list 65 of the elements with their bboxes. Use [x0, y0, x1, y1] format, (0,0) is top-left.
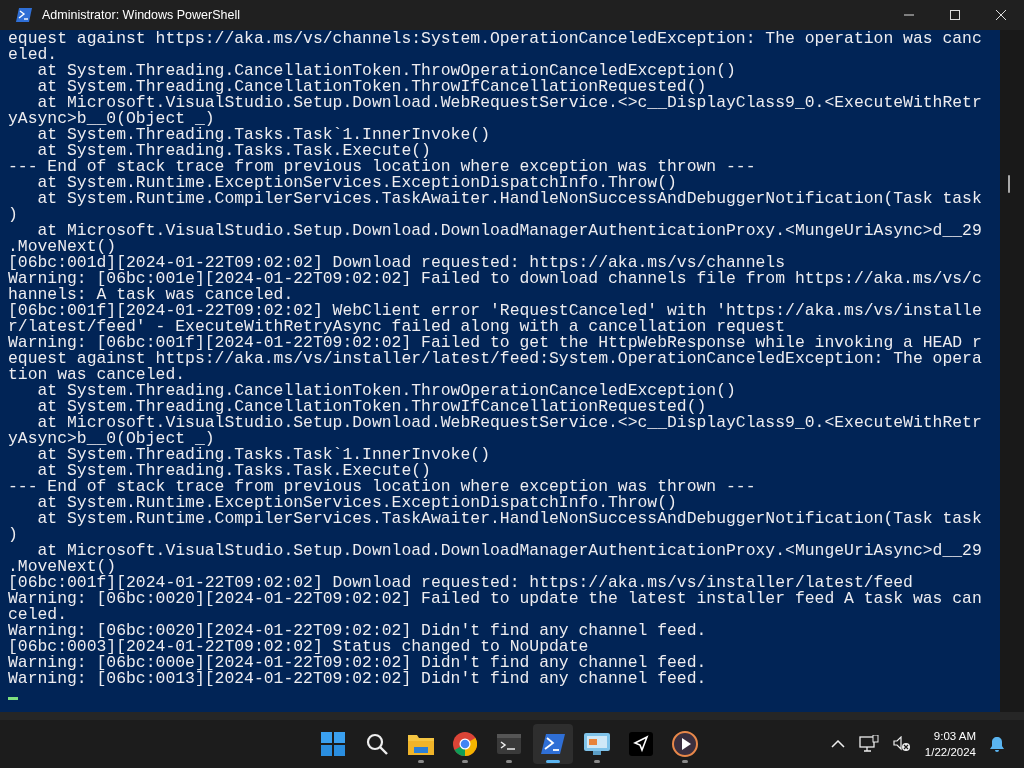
console-line: at System.Threading.Tasks.Task`1.InnerInvoke() — [37, 127, 490, 143]
console-line: eled. — [8, 47, 58, 63]
console-line: at System.Runtime.ExceptionServices.ExceptionDispatchInfo.Throw() — [36, 495, 677, 511]
console-line: at System.Threading.Tasks.Task.Execute() — [36, 143, 431, 159]
console-line: .MoveNext() — [8, 559, 117, 575]
bell-icon[interactable] — [990, 736, 1004, 752]
window-title: Administrator: Windows PowerShell — [42, 8, 240, 22]
console-line: celed. — [8, 607, 68, 623]
clock[interactable]: 9:03 AM 1/22/2024 — [924, 728, 976, 760]
scrollbar[interactable] — [1000, 30, 1024, 712]
console-line: [06bc:001d][2024-01-22T09:02:02] Download requested: https://aka.ms/vs/channels — [8, 255, 786, 271]
close-icon — [996, 10, 1006, 20]
console-line: Warning: [06bc:001e][2024-01-22T09:02:02] Failed to download channels file from https://aka.ms/vs/c — [8, 271, 982, 287]
console-line: at Microsoft.VisualStudio.Setup.Download.DownloadManagerAuthenticationProxy.<MungeUriAsync>d__29 — [37, 543, 982, 559]
console-line: at System.Threading.CancellationToken.ThrowOperationCanceledException() — [36, 63, 736, 79]
play-icon — [672, 731, 698, 757]
console-line: equest against https://aka.ms/vs/installer/latest/feed:System.OperationCanceledException: The opera — [8, 351, 982, 367]
console-line: --- End of stack trace from previous location where exception was thrown --- — [8, 159, 756, 175]
taskbar-button[interactable] — [533, 724, 573, 764]
console-line: tion was canceled. — [8, 367, 186, 383]
console-line: r/latest/feed' - ExecuteWithRetryAsync failed along with a cancellation request — [8, 319, 786, 335]
terminal-icon — [497, 734, 521, 754]
console-line: Warning: [06bc:000e][2024-01-22T09:02:02] Didn't find any channel feed. — [8, 655, 707, 671]
console-line: .MoveNext() — [8, 239, 117, 255]
console-line: at System.Threading.Tasks.Task`1.InnerInvoke() — [37, 447, 490, 463]
console-line: at System.Threading.CancellationToken.ThrowIfCancellationRequested() — [36, 399, 707, 415]
network-icon[interactable] — [858, 735, 879, 753]
volume-muted-icon[interactable] — [892, 736, 911, 752]
console-line: at Microsoft.VisualStudio.Setup.Download.WebRequestService.<>c__DisplayClass9_0.<ExecuteWithRetr — [37, 415, 982, 431]
search-icon — [365, 732, 389, 756]
text-cursor — [8, 697, 18, 700]
console-line: at System.Threading.CancellationToken.ThrowOperationCanceledException() — [36, 383, 736, 399]
clock-time: 9:03 AM — [933, 729, 976, 744]
console-line: at System.Runtime.CompilerServices.TaskAwaiter.HandleNonSuccessAndDebuggerNotification(Task task — [36, 191, 982, 207]
console-line: Warning: [06bc:0013][2024-01-22T09:02:02] Didn't find any channel feed. — [8, 671, 707, 687]
scrollbar-thumb[interactable] — [1008, 175, 1010, 193]
powershell-icon — [16, 8, 32, 22]
console-line: ) — [8, 207, 18, 223]
console-line: at System.Threading.Tasks.Task.Execute() — [36, 463, 431, 479]
console-line: at System.Runtime.CompilerServices.TaskAwaiter.HandleNonSuccessAndDebuggerNotification(Task task — [36, 511, 982, 527]
console-line: at Microsoft.VisualStudio.Setup.Download.WebRequestService.<>c__DisplayClass9_0.<ExecuteWithRetr — [37, 95, 982, 111]
maximize-icon — [950, 10, 960, 20]
console-line: [06bc:001f][2024-01-22T09:02:02] WebClient error 'RequestCanceled' with 'https://aka.ms/vs/installe — [8, 303, 982, 319]
console-line: hannels: A task was canceled. — [8, 287, 294, 303]
console-line: Warning: [06bc:0020][2024-01-22T09:02:02] Didn't find any channel feed. — [8, 623, 707, 639]
console-line: at System.Threading.CancellationToken.ThrowIfCancellationRequested() — [36, 79, 707, 95]
console-line: at System.Runtime.ExceptionServices.ExceptionDispatchInfo.Throw() — [36, 175, 677, 191]
chevron-up-icon[interactable] — [830, 740, 845, 748]
console-line: yAsync>b__0(Object _) — [8, 431, 215, 447]
clock-date: 1/22/2024 — [924, 745, 976, 760]
start-icon — [321, 732, 345, 756]
console-line: ) — [8, 527, 18, 543]
console-line: [06bc:0003][2024-01-22T09:02:02] Status changed to NoUpdate — [8, 639, 589, 655]
console-line: Warning: [06bc:0020][2024-01-22T09:02:02] Failed to update the latest installer feed A task was can — [8, 591, 982, 607]
console-line: Warning: [06bc:001f][2024-01-22T09:02:02] Failed to get the HttpWebResponse while invoking a HEAD r — [8, 335, 982, 351]
paper-plane-icon — [629, 732, 653, 756]
monitor-app-icon — [584, 733, 610, 755]
console-line: [06bc:001f][2024-01-22T09:02:02] Download requested: https://aka.ms/vs/installer/latest/feed — [8, 575, 913, 591]
console-line: at Microsoft.VisualStudio.Setup.Download.DownloadManagerAuthenticationProxy.<MungeUriAsync>d__29 — [37, 223, 982, 239]
browser-icon — [453, 732, 477, 756]
powershell-icon — [541, 734, 565, 754]
folder-icon — [408, 733, 434, 755]
console-line: yAsync>b__0(Object _) — [8, 111, 215, 127]
console-line: equest against https://aka.ms/vs/channels:System.OperationCanceledException: The operation was canc — [8, 31, 982, 47]
console-line: --- End of stack trace from previous location where exception was thrown --- — [8, 479, 756, 495]
